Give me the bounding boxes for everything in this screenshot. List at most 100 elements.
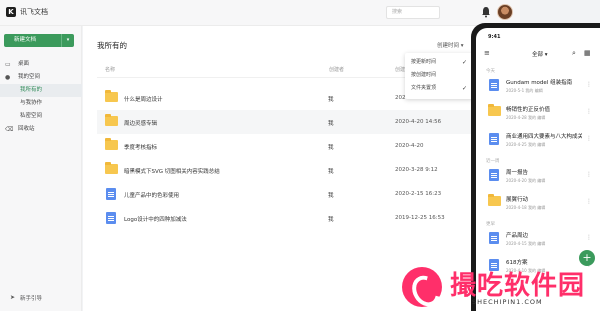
table-row[interactable]: 暗黑模式下SVG 切图相关内容实践总结 我 2020-3-28 9:12: [97, 158, 517, 182]
item-name: Gundam model 组装指南: [506, 80, 573, 86]
sidebar-item-label: 与我协作: [20, 100, 43, 106]
item-name: 周一报告: [506, 170, 529, 176]
bell-icon[interactable]: [481, 6, 491, 18]
sidebar-item-private[interactable]: 私密空间: [0, 110, 82, 123]
folders-on-top[interactable]: 文件夹置顶 ✓: [405, 82, 473, 95]
list-item[interactable]: 商业通用四大要素与八大构成关系... 2020-4-25 我的 编辑 ⋮: [476, 129, 600, 155]
sort-dropdown[interactable]: 创建时间 ▾: [437, 41, 464, 49]
list-item[interactable]: Gundam model 组装指南 2020-5-1 我的 编辑 ⋮: [476, 75, 600, 101]
check-icon: ✓: [461, 85, 467, 92]
menu-item-label: 按更新时间: [411, 59, 437, 65]
sidebar-item-label: 私密空间: [20, 113, 43, 119]
watermark-title: 撮吃软件园: [450, 271, 586, 301]
avatar[interactable]: [497, 4, 513, 20]
row-time: 2020-3-28 9:12: [395, 167, 438, 173]
watermark-url: SHECHIPIN1.COM: [472, 298, 543, 306]
row-owner: 我: [328, 145, 334, 151]
table-row[interactable]: 周边灵感专辑 我 2020-4-20 14:56: [97, 110, 517, 134]
sidebar-item-label: 桌面: [18, 61, 30, 67]
sidebar-item-desktop[interactable]: ▭ 桌面: [0, 58, 82, 71]
document-icon: [489, 133, 499, 145]
sort-label: 创建时间: [437, 43, 460, 49]
column-name: 名称: [105, 67, 116, 73]
item-name: 畅销性的正反价值: [506, 107, 551, 113]
top-bar: K 讯飞文档 搜索: [0, 0, 520, 26]
phone-title[interactable]: 全部 ▾: [532, 50, 548, 58]
sidebar-item-my-space[interactable]: ● 我的空间: [0, 71, 82, 84]
send-icon: ➤: [10, 294, 16, 301]
search-input[interactable]: 搜索: [386, 6, 440, 19]
folder-icon: [105, 114, 118, 126]
logo-icon: K: [6, 7, 16, 17]
row-name: 儿童产品中的色彩使用: [124, 193, 180, 199]
item-meta: 2020-4-25 我的 编辑: [506, 142, 546, 147]
list-item[interactable]: 产品周边 2020-4-15 我的 编辑 ⋮: [476, 228, 600, 254]
sidebar-nav: ▭ 桌面 ● 我的空间 我所有的 与我协作 私密空间 ⌫ 回收站: [0, 58, 82, 136]
menu-item-label: 按创建时间: [411, 72, 437, 78]
app-name: 讯飞文档: [20, 8, 48, 16]
sort-by-updated[interactable]: 按更新时间 ✓: [405, 56, 473, 69]
row-owner: 我: [328, 97, 334, 103]
more-icon[interactable]: ⋮: [586, 135, 592, 142]
folder-icon: [105, 162, 118, 174]
document-icon: [489, 169, 499, 181]
section-label: 更早: [486, 222, 495, 227]
sidebar-item-label: 回收站: [18, 126, 35, 132]
search-icon[interactable]: ⌕: [572, 49, 576, 58]
row-owner: 我: [328, 169, 334, 175]
more-icon[interactable]: ⋮: [586, 171, 592, 178]
item-meta: 2020-4-18 我的 编辑: [506, 205, 546, 210]
list-item[interactable]: 展翼行动 2020-4-18 我的 编辑 ⋮: [476, 192, 600, 218]
more-icon[interactable]: ⋮: [586, 108, 592, 115]
more-icon[interactable]: ⋮: [586, 198, 592, 205]
sort-by-created[interactable]: 按创建时间: [405, 69, 473, 82]
item-meta: 2020-5-1 我的 编辑: [506, 88, 543, 93]
chevron-down-icon: ▾: [460, 43, 464, 49]
document-icon: [106, 212, 116, 224]
sidebar-item-my-owned[interactable]: 我所有的: [0, 84, 82, 97]
table-row[interactable]: 季度考核指标 我 2020-4-20: [97, 134, 517, 158]
guide-link[interactable]: ➤ 新手引导: [10, 294, 42, 302]
sidebar-item-label: 我的空间: [18, 74, 41, 80]
status-time: 9:41: [488, 34, 501, 40]
row-owner: 我: [328, 121, 334, 127]
item-name: 产品周边: [506, 233, 529, 239]
section-label: 近一周: [486, 159, 500, 164]
row-name: Logo设计中的四种加减法: [124, 217, 187, 223]
folder-icon: [488, 104, 501, 116]
watermark: 撮吃软件园 SHECHIPIN1.COM: [402, 262, 600, 311]
item-meta: 2020-4-28 我的 编辑: [506, 115, 546, 120]
sidebar-item-shared[interactable]: 与我协作: [0, 97, 82, 110]
row-name: 周边灵感专辑: [124, 121, 158, 127]
document-icon: [489, 79, 499, 91]
row-time: 2020-4-20: [395, 143, 424, 149]
sidebar-item-trash[interactable]: ⌫ 回收站: [0, 123, 82, 136]
row-name: 暗黑模式下SVG 切图相关内容实践总结: [124, 169, 220, 175]
table-row[interactable]: 儿童产品中的色彩使用 我 2020-2-15 16:23: [97, 182, 517, 206]
sort-menu: 按更新时间 ✓ 按创建时间 文件夹置顶 ✓: [405, 53, 473, 99]
row-owner: 我: [328, 217, 334, 223]
table-row[interactable]: Logo设计中的四种加减法 我 2019-12-25 16:53: [97, 206, 517, 230]
item-meta: 2020-4-20 我的 编辑: [506, 178, 546, 183]
trash-icon: ⌫: [5, 126, 14, 133]
new-doc-button[interactable]: 新建文档 ▾: [4, 34, 74, 47]
check-icon: ✓: [461, 59, 467, 66]
phone-header: ≡ 全部 ▾ ⌕ ▦: [476, 48, 600, 62]
folder-icon: [105, 90, 118, 102]
item-meta: 2020-4-15 我的 编辑: [506, 241, 546, 246]
list-item[interactable]: 周一报告 2020-4-20 我的 编辑 ⋮: [476, 165, 600, 191]
row-time: 2020-4-20 14:56: [395, 119, 442, 125]
more-icon[interactable]: ⋮: [586, 234, 592, 241]
new-doc-label: 新建文档: [14, 37, 37, 43]
grid-icon[interactable]: ▦: [584, 49, 591, 57]
new-doc-dropdown[interactable]: ▾: [61, 34, 74, 47]
app-logo[interactable]: K 讯飞文档: [6, 7, 48, 17]
sidebar-item-label: 我所有的: [20, 87, 43, 93]
folder-icon: [105, 138, 118, 150]
folder-icon: [488, 194, 501, 206]
list-item[interactable]: 畅销性的正反价值 2020-4-28 我的 编辑 ⋮: [476, 102, 600, 128]
row-name: 季度考核指标: [124, 145, 158, 151]
menu-icon[interactable]: ≡: [484, 49, 490, 57]
document-icon: [489, 232, 499, 244]
more-icon[interactable]: ⋮: [586, 81, 592, 88]
